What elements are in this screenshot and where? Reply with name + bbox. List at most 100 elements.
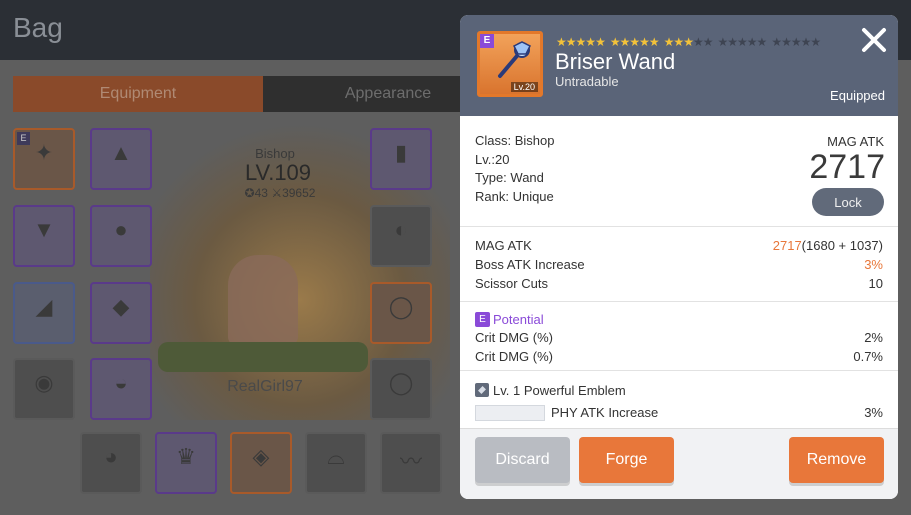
potential-value: 2% <box>864 330 883 345</box>
emblem-section: Lv. 1 Powerful Emblem PHY ATK Increase 3… <box>460 371 898 421</box>
equip-slot-top[interactable]: ▼ <box>13 205 75 267</box>
emblem-label: PHY ATK Increase <box>551 405 659 420</box>
potential-title: Potential <box>493 311 544 327</box>
star-filled-icon: ★ <box>609 35 621 49</box>
ring-icon: ◯ <box>388 294 414 319</box>
potential-header: E Potential <box>475 310 883 328</box>
shoe-icon: ◢ <box>35 294 53 319</box>
discard-button[interactable]: Discard <box>475 437 570 483</box>
equip-slot-hat[interactable]: ▲ <box>90 128 152 190</box>
potential-value: 0.7% <box>853 349 883 364</box>
star-filled-icon: ★ <box>648 35 660 49</box>
main-stat-type: MAG ATK <box>827 134 884 149</box>
bag-title: Bag <box>13 12 63 43</box>
crossed-swords-icon: ⚔ <box>271 186 283 200</box>
star-empty-icon: ★ <box>746 35 758 49</box>
star-empty-icon: ★ <box>810 35 821 49</box>
type-line: Type: Wand <box>475 170 544 185</box>
star-filled-icon: ★ <box>619 35 631 49</box>
potential-rank-badge: E <box>475 311 490 327</box>
tab-equipment[interactable]: Equipment <box>13 76 263 112</box>
stat-row: Boss ATK Increase 3% <box>475 255 883 274</box>
level-line: Lv.:20 <box>475 151 510 167</box>
item-tradability: Untradable <box>555 74 619 89</box>
emblem-icon: ♛ <box>176 444 196 469</box>
potential-section: E Potential Crit DMG (%) 2% Crit DMG (%)… <box>460 302 898 371</box>
equip-slot-medal[interactable]: ◈ <box>230 432 292 494</box>
star-filled-icon: ★ <box>595 35 606 49</box>
emblem-row: PHY ATK Increase 3% <box>475 403 883 421</box>
star-filled-icon: ★ <box>663 35 675 49</box>
class-line: Class: Bishop <box>475 133 555 148</box>
emblem-stat: PHY ATK Increase <box>475 404 659 421</box>
equip-slot-face[interactable]: ◐ <box>370 205 432 267</box>
equip-slot-gloves[interactable]: ◆ <box>90 282 152 344</box>
star-empty-icon: ★ <box>717 35 728 49</box>
item-icon: E Lv.20 <box>477 31 543 97</box>
hat-icon: ▲ <box>110 140 132 165</box>
star-empty-icon: ★ <box>727 35 738 49</box>
potential-label: Crit DMG (%) <box>475 330 553 345</box>
robe-icon: ▼ <box>33 217 55 242</box>
equip-slot-bottom[interactable]: ▮ <box>370 128 432 190</box>
item-level-badge: Lv.20 <box>510 82 538 92</box>
item-name: Briser Wand <box>555 49 676 74</box>
star-filled-icon: ★ <box>565 35 577 49</box>
potential-row: Crit DMG (%) 2% <box>475 328 883 347</box>
equip-slot-shoes[interactable]: ◢ <box>13 282 75 344</box>
forge-button[interactable]: Forge <box>579 437 674 483</box>
mask-icon: ◐ <box>394 217 408 242</box>
equip-slot-ring-2[interactable]: ◯ <box>370 358 432 420</box>
equip-slot-shield[interactable]: ● <box>90 205 152 267</box>
stat-label: MAG ATK <box>475 238 532 253</box>
medal-icon: ◈ <box>252 444 270 469</box>
equip-slot-eye[interactable]: ⌓ <box>305 432 367 494</box>
emblem-title: Lv. 1 Powerful Emblem <box>493 382 626 398</box>
character-job: Bishop <box>255 146 295 161</box>
equip-slot-emblem[interactable]: ♛ <box>155 432 217 494</box>
ring-icon: ◯ <box>388 370 414 395</box>
remove-button[interactable]: Remove <box>789 437 884 483</box>
stat-value-highlight: 2717 <box>772 238 802 253</box>
stat-label: Boss ATK Increase <box>475 257 585 272</box>
equip-slot-ring-1[interactable]: ◯ <box>370 282 432 344</box>
action-bar: Discard Forge Remove <box>460 428 898 499</box>
bag-tabs: Equipment Appearance <box>13 76 513 112</box>
equip-slot-helmet[interactable]: ◒ <box>90 358 152 420</box>
stat-value-breakdown: 10 <box>868 276 883 291</box>
pants-icon: ▮ <box>394 140 408 165</box>
star-filled-icon: ★ <box>639 35 650 49</box>
wand-icon: ✦ <box>34 140 54 165</box>
glove-icon: ◆ <box>112 294 130 319</box>
star-filled-icon: ★ <box>629 35 640 49</box>
lock-button[interactable]: Lock <box>812 188 884 216</box>
emblem-header: Lv. 1 Powerful Emblem <box>475 381 883 399</box>
character-sprite <box>228 255 298 345</box>
potential-row: Crit DMG (%) 0.7% <box>475 347 883 366</box>
stat-value: 10 <box>869 276 883 291</box>
character-stat-b: 39652 <box>282 186 316 200</box>
stat-row: Scissor Cuts 10 <box>475 274 883 293</box>
close-icon[interactable] <box>859 25 889 55</box>
pet-icon: ◉ <box>34 370 54 395</box>
character-level: LV.109 <box>244 160 312 185</box>
emblem-value: 3% <box>864 405 883 420</box>
star-filled-icon: ★ <box>556 35 567 49</box>
character-name-tag: RealGirl97 <box>227 378 303 395</box>
star-empty-icon: ★ <box>737 35 748 49</box>
stat-value: 3% <box>864 257 883 272</box>
star-empty-icon: ★ <box>692 35 704 49</box>
equip-slot-badge[interactable]: ◕ <box>80 432 142 494</box>
equip-slot-pet[interactable]: ◉ <box>13 358 75 420</box>
pig-icon: ◕ <box>104 444 118 469</box>
stat-label: Scissor Cuts <box>475 276 548 291</box>
star-empty-icon: ★ <box>771 35 782 49</box>
star-filled-icon: ★ <box>585 35 596 49</box>
equipped-status: Equipped <box>830 88 885 103</box>
star-empty-icon: ★ <box>781 35 792 49</box>
item-detail-popup: E Lv.20 ★★★★★ ★★★★★ ★★★★★ ★★★★★ ★★★★★ Briser… <box>460 15 898 499</box>
equip-slot-mustache[interactable]: 〰 <box>380 432 442 494</box>
main-stat-value: 2717 <box>809 148 885 186</box>
stat-value-breakdown: (1680 + 1037) <box>801 238 883 253</box>
equip-slot-weapon[interactable]: E ✦ <box>13 128 75 190</box>
